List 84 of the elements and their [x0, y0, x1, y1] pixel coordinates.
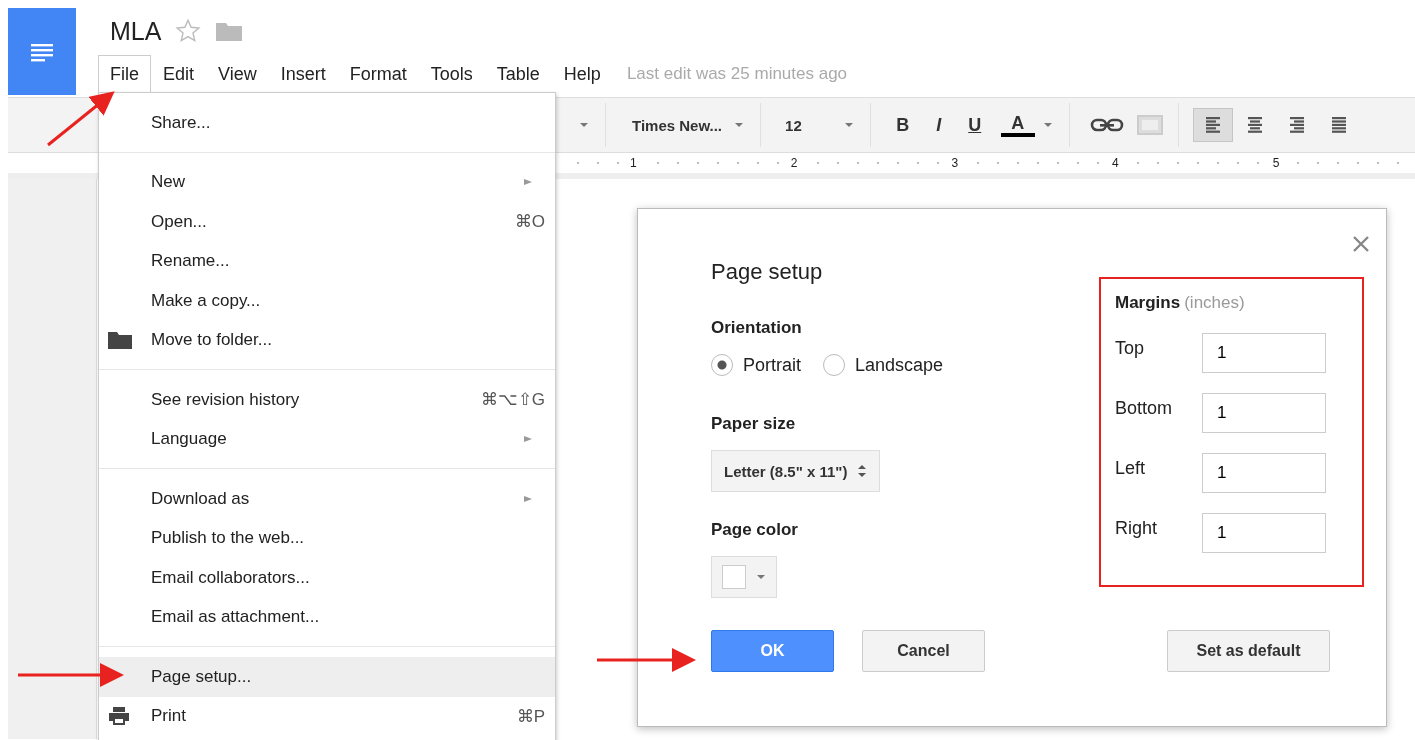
shortcut-text: ⌘⌥⇧G: [480, 389, 545, 411]
shortcut-text: ⌘O: [514, 211, 545, 233]
format-button[interactable]: B: [884, 114, 921, 136]
close-icon[interactable]: [1352, 235, 1370, 253]
folder-icon: [107, 330, 133, 351]
menu-item[interactable]: Edit: [151, 54, 207, 94]
font-size-dropdown[interactable]: 12: [781, 116, 806, 134]
radio-option[interactable]: Portrait: [711, 354, 802, 376]
menu-item[interactable]: Page setup...: [99, 657, 555, 697]
caret-icon[interactable]: [579, 122, 589, 128]
arrow: [47, 91, 115, 147]
section-label: Orientation: [711, 318, 803, 338]
menu-item[interactable]: Language: [99, 419, 555, 459]
menu-item-label: Download as: [151, 488, 251, 509]
section-label: Paper size: [711, 414, 797, 434]
menu-item-label: New: [151, 172, 186, 193]
caret-icon: [756, 574, 766, 580]
radio-option[interactable]: Landscape: [823, 354, 944, 376]
menu-item[interactable]: Rename...: [99, 241, 555, 281]
format-button[interactable]: I: [920, 114, 957, 136]
menu-item[interactable]: Email as attachment...: [99, 597, 555, 637]
docs-logo-icon[interactable]: [8, 8, 76, 95]
dialog-button[interactable]: Cancel: [862, 630, 985, 672]
menu-item-label: See revision history: [151, 389, 301, 410]
shortcut-text: ⌘P: [516, 705, 545, 727]
field-label: Left: [1115, 457, 1146, 479]
menu-item[interactable]: Make a copy...: [99, 281, 555, 321]
menu-item[interactable]: Email collaborators...: [99, 558, 555, 598]
stepper-icon: [857, 463, 868, 479]
radio-label: Landscape: [855, 354, 944, 376]
menu-item-label: Page setup...: [151, 666, 253, 687]
menu-item[interactable]: Tools: [418, 54, 485, 94]
menu-item[interactable]: Print ⌘P: [99, 696, 555, 736]
printer-icon: [107, 706, 131, 727]
caret-icon[interactable]: [843, 122, 854, 128]
section-label: Page color: [711, 520, 799, 540]
caret-icon[interactable]: [1042, 122, 1053, 128]
link-icon[interactable]: [1089, 117, 1124, 133]
menu-item[interactable]: New: [99, 162, 555, 202]
font-dropdown[interactable]: Times New...: [628, 116, 727, 134]
input-field[interactable]: 1: [1202, 513, 1326, 553]
section-label: Margins: [1115, 293, 1181, 312]
radio-button[interactable]: [823, 354, 846, 376]
menu-item-label: Language: [151, 429, 228, 450]
input-field[interactable]: 1: [1202, 453, 1326, 493]
menu-item[interactable]: Format: [337, 54, 419, 94]
menu-item-label: Move to folder...: [151, 330, 273, 351]
menu-item[interactable]: Publish to the web...: [99, 518, 555, 558]
document-title[interactable]: MLA: [110, 16, 162, 46]
menu-item[interactable]: Insert: [268, 54, 338, 94]
menu-item[interactable]: File: [98, 54, 151, 94]
menu-item-label: Email as attachment...: [151, 607, 321, 628]
menu-item[interactable]: Share...: [99, 103, 555, 143]
menu-item-label: Rename...: [151, 251, 231, 272]
text-color-button[interactable]: A: [1000, 113, 1035, 137]
input-field[interactable]: 1: [1202, 333, 1326, 373]
paper-size-select[interactable]: Letter (8.5" x 11"): [711, 450, 881, 492]
radio-button[interactable]: [711, 354, 733, 376]
dialog-button[interactable]: Set as default: [1167, 630, 1330, 672]
menu-item-label: Publish to the web...: [151, 528, 306, 549]
field-label: Right: [1115, 517, 1158, 539]
menu-item-label: Open...: [151, 211, 208, 232]
field-label: Bottom: [1115, 397, 1173, 419]
dialog-title: Page setup: [711, 259, 824, 285]
star-icon[interactable]: [175, 18, 202, 44]
menu-item[interactable]: See revision history ⌘⌥⇧G: [99, 380, 555, 420]
field-label: Top: [1115, 337, 1145, 359]
menu-item-label: Share...: [151, 112, 212, 133]
menu-item[interactable]: Move to folder...: [99, 320, 555, 360]
page-color-picker[interactable]: [711, 556, 777, 598]
menu-item[interactable]: View: [206, 54, 269, 94]
caret-icon[interactable]: [734, 122, 745, 128]
menu-item[interactable]: Help: [551, 54, 613, 94]
input-field[interactable]: 1: [1202, 393, 1326, 433]
menu-item-label: Make a copy...: [151, 290, 262, 311]
radio-label: Portrait: [743, 354, 802, 376]
menu-item[interactable]: Download as: [99, 479, 555, 519]
menu-item-label: Print: [151, 706, 187, 727]
menu-item[interactable]: Table: [484, 54, 552, 94]
unit-label: (inches): [1184, 293, 1245, 312]
format-button[interactable]: U: [956, 114, 993, 136]
menu-item[interactable]: Open... ⌘O: [99, 202, 555, 242]
menu-item-label: Email collaborators...: [151, 567, 311, 588]
align-button[interactable]: [1192, 108, 1233, 142]
